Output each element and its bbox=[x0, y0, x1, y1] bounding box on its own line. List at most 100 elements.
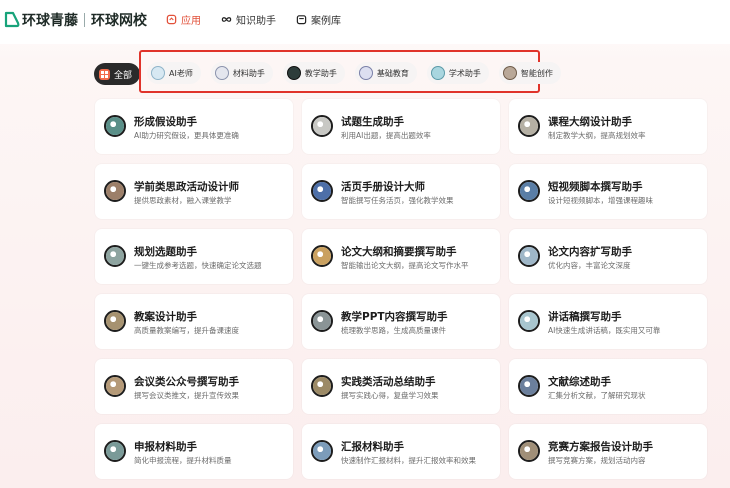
thumb-fill bbox=[520, 117, 538, 135]
card-title: 申报材料助手 bbox=[134, 441, 197, 453]
filter-label: AI老师 bbox=[169, 68, 193, 78]
filter-materials[interactable]: 材料助手 bbox=[210, 62, 273, 84]
nav-label-apps: 应用 bbox=[181, 16, 201, 27]
speech-icon bbox=[518, 310, 540, 332]
assistant-card[interactable]: 文献综述助手 汇集分析文献，了解研究现状 bbox=[509, 359, 707, 414]
card-description: 快速制作汇报材料，提升汇报效率和效果 bbox=[341, 456, 476, 465]
filter-ai-teacher[interactable]: AI老师 bbox=[147, 62, 201, 84]
card-title: 教案设计助手 bbox=[134, 311, 197, 323]
card-title: 论文大纲和摘要撰写助手 bbox=[341, 246, 457, 258]
card-description: 简化申报流程，提升材料质量 bbox=[134, 456, 232, 465]
card-title: 实践类活动总结助手 bbox=[341, 376, 436, 388]
literature-icon bbox=[518, 375, 540, 397]
filter-creation[interactable]: 智能创作 bbox=[498, 62, 561, 84]
card-title: 活页手册设计大师 bbox=[341, 181, 425, 193]
home-icon bbox=[166, 14, 177, 25]
assistant-card[interactable]: 学前类思政活动设计师 提供思政素材，融入课堂教学 bbox=[95, 164, 293, 219]
assistant-card[interactable]: 教案设计助手 高质量教案编写，提升备课速度 bbox=[95, 294, 293, 349]
assistant-card[interactable]: 会议类公众号撰写助手 撰写会议类推文，提升宣传效果 bbox=[95, 359, 293, 414]
thumb-fill bbox=[520, 377, 538, 395]
filter-label: 材料助手 bbox=[232, 68, 265, 78]
nav-label-cases: 案例库 bbox=[311, 16, 341, 27]
card-title: 竞赛方案报告设计助手 bbox=[548, 441, 653, 453]
assistant-card[interactable]: 教学PPT内容撰写助手 梳理教学思路，生成高质量课件 bbox=[302, 294, 500, 349]
brand-name-right: 环球网校 bbox=[91, 13, 147, 29]
thumb-fill bbox=[313, 247, 331, 265]
card-title: 学前类思政活动设计师 bbox=[134, 181, 239, 193]
nav-item-cases[interactable]: 案例库 bbox=[296, 12, 341, 27]
competition-icon bbox=[518, 440, 540, 462]
assistant-card[interactable]: 讲话稿撰写助手 AI快速生成讲话稿，既实用又可靠 bbox=[509, 294, 707, 349]
thumb-fill bbox=[313, 117, 331, 135]
teaching-icon bbox=[286, 66, 301, 80]
assistant-card[interactable]: 论文内容扩写助手 优化内容，丰富论文深度 bbox=[509, 229, 707, 284]
assistant-card[interactable]: 课程大纲设计助手制定教学大纲，提高规划效率 bbox=[509, 99, 707, 154]
assistant-card[interactable]: 实践类活动总结助手 撰写实践心得，复盘学习效果 bbox=[302, 359, 500, 414]
thumb-fill bbox=[313, 377, 331, 395]
lesson-plan-icon bbox=[104, 310, 126, 332]
card-title: 论文内容扩写助手 bbox=[548, 246, 632, 258]
card-title: 规划选题助手 bbox=[134, 246, 197, 258]
card-title: 会议类公众号撰写助手 bbox=[134, 376, 239, 388]
card-description: 撰写实践心得，复盘学习效果 bbox=[341, 391, 439, 400]
nav-item-apps[interactable]: 应用 bbox=[166, 12, 201, 27]
grid-icon bbox=[99, 68, 110, 80]
assistant-card[interactable]: 短视频脚本撰写助手 设计短视频脚本，增强课程趣味 bbox=[509, 164, 707, 219]
assistant-grid: 形成假设助手 AI助力研究假设，更具体更准确 试题生成助手利用AI出题，提高出题效率… bbox=[95, 99, 707, 479]
topic-icon bbox=[104, 245, 126, 267]
handbook-icon bbox=[311, 180, 333, 202]
assistant-card[interactable]: 申报材料助手简化申报流程，提升材料质量 bbox=[95, 424, 293, 479]
ppt-icon bbox=[311, 310, 333, 332]
filter-all-label: 全部 bbox=[114, 70, 133, 81]
syllabus-icon bbox=[518, 115, 540, 137]
card-description: 制定教学大纲，提高规划效率 bbox=[548, 131, 646, 140]
card-description: 利用AI出题，提高出题效率 bbox=[341, 131, 431, 140]
card-title: 课程大纲设计助手 bbox=[548, 116, 632, 128]
practice-icon bbox=[311, 375, 333, 397]
thumb-fill bbox=[106, 442, 124, 460]
card-description: AI助力研究假设，更具体更准确 bbox=[134, 131, 239, 140]
nav-item-knowledge[interactable]: 知识助手 bbox=[221, 12, 276, 27]
application-icon bbox=[104, 440, 126, 462]
card-description: 撰写竞赛方案，规划活动内容 bbox=[548, 456, 646, 465]
filter-all-button[interactable]: 全部 bbox=[94, 63, 141, 85]
card-title: 试题生成助手 bbox=[341, 116, 404, 128]
academic-icon bbox=[430, 66, 445, 80]
expand-icon bbox=[518, 245, 540, 267]
ai-teacher-icon bbox=[151, 66, 165, 80]
thumb-fill bbox=[520, 182, 538, 200]
assistant-card[interactable]: 论文大纲和摘要撰写助手智能输出论文大纲，提高论文写作水平 bbox=[302, 229, 500, 284]
top-header: 环球青藤 环球网校 应用 知识助手 案例库 bbox=[0, 0, 730, 44]
card-title: 形成假设助手 bbox=[134, 116, 197, 128]
brand-logo[interactable]: 环球青藤 环球网校 bbox=[4, 10, 147, 30]
main-nav: 应用 知识助手 案例库 bbox=[166, 12, 361, 27]
category-filter: 全部 bbox=[94, 63, 141, 85]
card-description: 汇集分析文献，了解研究现状 bbox=[548, 391, 646, 400]
filter-teaching[interactable]: 教学助手 bbox=[282, 62, 345, 84]
assistant-card[interactable]: 形成假设助手 AI助力研究假设，更具体更准确 bbox=[95, 99, 293, 154]
assistant-card[interactable]: 规划选题助手 一键生成参考选题，快速确定论文选题 bbox=[95, 229, 293, 284]
thumb-fill bbox=[106, 312, 124, 330]
thumb-fill bbox=[106, 182, 124, 200]
brand-divider bbox=[84, 13, 85, 27]
filter-basic-education[interactable]: 基础教育 bbox=[354, 62, 417, 84]
assistant-card[interactable]: 试题生成助手利用AI出题，提高出题效率 bbox=[302, 99, 500, 154]
basic-education-icon bbox=[358, 66, 373, 80]
creation-icon bbox=[502, 66, 517, 80]
assistant-card[interactable]: 活页手册设计大师 智能撰写任务活页，强化教学效果 bbox=[302, 164, 500, 219]
filter-academic[interactable]: 学术助手 bbox=[426, 62, 489, 84]
thumb-fill bbox=[520, 247, 538, 265]
assistant-card[interactable]: 汇报材料助手快速制作汇报材料，提升汇报效率和效果 bbox=[302, 424, 500, 479]
thumb-fill bbox=[520, 312, 538, 330]
thumb-fill bbox=[106, 117, 124, 135]
exam-icon bbox=[311, 115, 333, 137]
materials-icon bbox=[214, 66, 229, 80]
report-icon bbox=[311, 440, 333, 462]
meeting-icon bbox=[104, 375, 126, 397]
hypothesis-icon bbox=[104, 115, 126, 137]
filter-label: 学术助手 bbox=[448, 68, 481, 78]
assistant-card[interactable]: 竞赛方案报告设计助手 撰写竞赛方案，规划活动内容 bbox=[509, 424, 707, 479]
infinity-icon bbox=[221, 17, 232, 22]
card-title: 汇报材料助手 bbox=[341, 441, 404, 453]
card-description: 智能输出论文大纲，提高论文写作水平 bbox=[341, 261, 469, 270]
